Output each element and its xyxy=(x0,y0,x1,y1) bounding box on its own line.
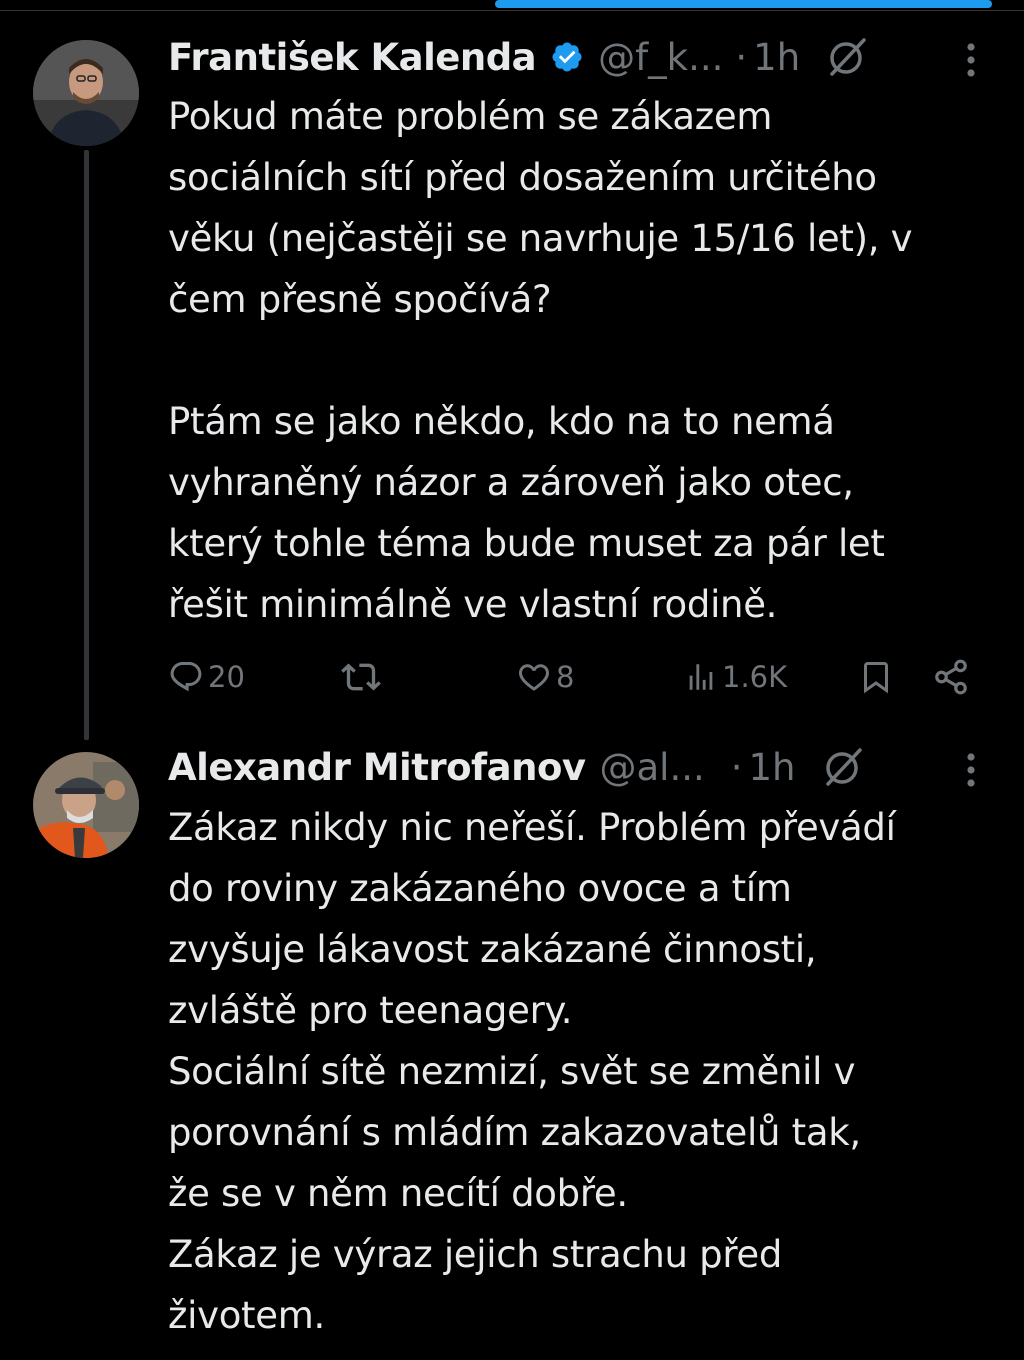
grok-icon[interactable] xyxy=(826,36,868,78)
like-count: 8 xyxy=(556,660,575,694)
share-icon xyxy=(935,659,967,695)
separator-dot: · xyxy=(735,35,748,79)
tweet-header: František Kalenda @f_k... · 1h xyxy=(168,32,868,82)
more-icon[interactable] xyxy=(966,752,976,788)
like-icon xyxy=(519,664,549,691)
reply-button[interactable]: 20 xyxy=(168,652,245,702)
views-count: 1.6K xyxy=(722,660,788,694)
reply-count: 20 xyxy=(208,660,245,694)
thread-connector-line xyxy=(84,150,89,740)
author-handle[interactable]: @f_k... xyxy=(598,36,723,79)
retweet-button[interactable] xyxy=(341,652,385,702)
separator-dot: · xyxy=(730,745,743,789)
author-handle[interactable]: @al... xyxy=(600,746,705,789)
retweet-icon xyxy=(341,663,381,691)
tweet-text: Pokud máte problém se zákazem sociálních… xyxy=(168,95,913,626)
author-name[interactable]: Alexandr Mitrofanov xyxy=(168,746,586,789)
tweet-actions: 20 8 1.6K xyxy=(168,652,988,702)
more-icon[interactable] xyxy=(966,42,976,78)
bookmark-button[interactable] xyxy=(858,652,894,702)
bookmark-icon xyxy=(864,662,888,694)
top-divider xyxy=(0,10,1024,11)
avatar[interactable] xyxy=(33,40,139,146)
share-button[interactable] xyxy=(932,652,970,702)
avatar[interactable] xyxy=(33,752,139,858)
tweet-text: Zákaz nikdy nic neřeší. Problém převádí … xyxy=(168,806,896,1337)
author-name[interactable]: František Kalenda xyxy=(168,36,537,79)
verified-badge-icon xyxy=(550,40,584,74)
views-button[interactable]: 1.6K xyxy=(684,652,787,702)
scroll-indicator xyxy=(495,0,992,8)
reply-icon xyxy=(170,662,202,692)
grok-icon[interactable] xyxy=(822,746,864,788)
timestamp[interactable]: 1h xyxy=(753,36,800,79)
tweet-header: Alexandr Mitrofanov @al... · 1h xyxy=(168,742,864,792)
timestamp[interactable]: 1h xyxy=(749,746,796,789)
like-button[interactable]: 8 xyxy=(516,652,574,702)
views-icon xyxy=(689,664,713,690)
